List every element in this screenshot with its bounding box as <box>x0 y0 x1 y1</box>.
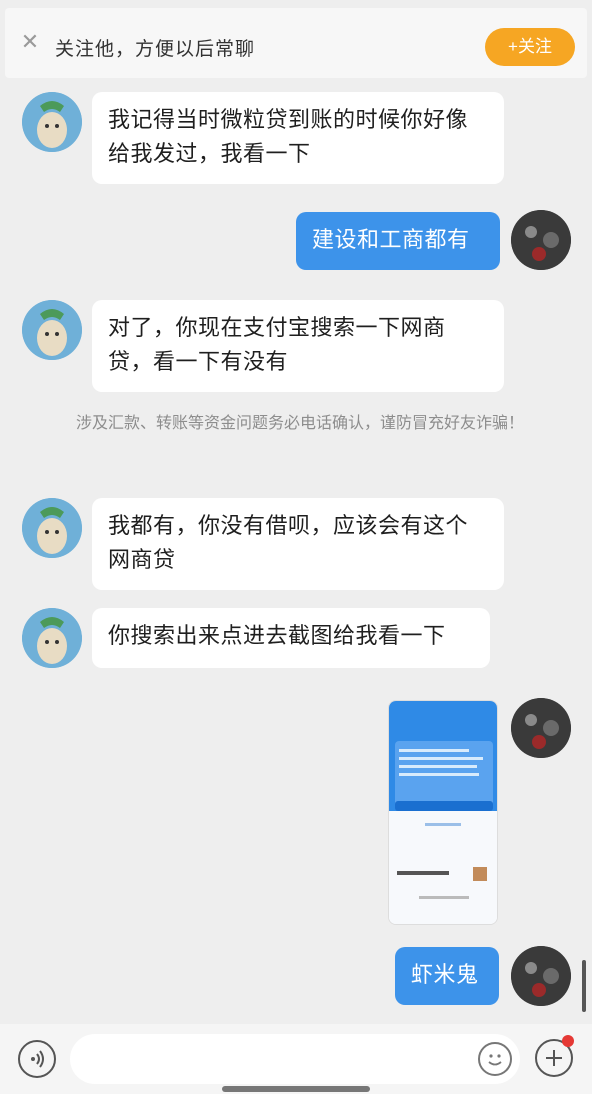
avatar-image-icon <box>511 946 571 1006</box>
avatar-image-icon <box>22 92 82 152</box>
message-input-bar <box>0 1024 592 1094</box>
follow-button[interactable]: +关注 <box>485 28 575 66</box>
follow-banner: ✕ 关注他，方便以后常聊 +关注 <box>5 8 587 78</box>
my-avatar[interactable] <box>511 210 571 270</box>
message-bubble-incoming[interactable]: 对了，你现在支付宝搜索一下网商贷，看一下有没有 <box>92 300 504 392</box>
my-avatar[interactable] <box>511 698 571 758</box>
screenshot-image-message[interactable] <box>388 700 498 925</box>
avatar-image-icon <box>22 300 82 360</box>
emoji-button[interactable] <box>478 1042 512 1076</box>
home-indicator[interactable] <box>222 1086 370 1092</box>
security-notice: 涉及汇款、转账等资金问题务必电话确认，谨防冒充好友诈骗！ <box>76 413 525 432</box>
contact-avatar[interactable] <box>22 300 82 360</box>
message-bubble-incoming[interactable]: 我记得当时微粒贷到账的时候你好像给我发过，我看一下 <box>92 92 504 184</box>
close-icon[interactable]: ✕ <box>19 32 41 54</box>
avatar-image-icon <box>22 608 82 668</box>
follow-prompt-text: 关注他，方便以后常聊 <box>55 38 256 60</box>
scrollbar[interactable] <box>582 960 586 1012</box>
avatar-image-icon <box>511 210 571 270</box>
avatar-image-icon <box>22 498 82 558</box>
my-avatar[interactable] <box>511 946 571 1006</box>
message-bubble-outgoing[interactable]: 虾米鬼 <box>395 947 499 1005</box>
message-bubble-outgoing[interactable]: 建设和工商都有 <box>296 212 500 270</box>
notification-dot <box>562 1035 574 1047</box>
message-input[interactable] <box>70 1034 520 1084</box>
voice-icon <box>31 1050 44 1068</box>
app-screenshot-thumbnail-icon <box>389 701 497 924</box>
emoji-icon <box>488 1054 502 1066</box>
contact-avatar[interactable] <box>22 498 82 558</box>
message-bubble-incoming[interactable]: 我都有，你没有借呗，应该会有这个网商贷 <box>92 498 504 590</box>
voice-button[interactable] <box>18 1040 56 1078</box>
contact-avatar[interactable] <box>22 92 82 152</box>
contact-avatar[interactable] <box>22 608 82 668</box>
avatar-image-icon <box>511 698 571 758</box>
message-bubble-incoming[interactable]: 你搜索出来点进去截图给我看一下 <box>92 608 490 668</box>
